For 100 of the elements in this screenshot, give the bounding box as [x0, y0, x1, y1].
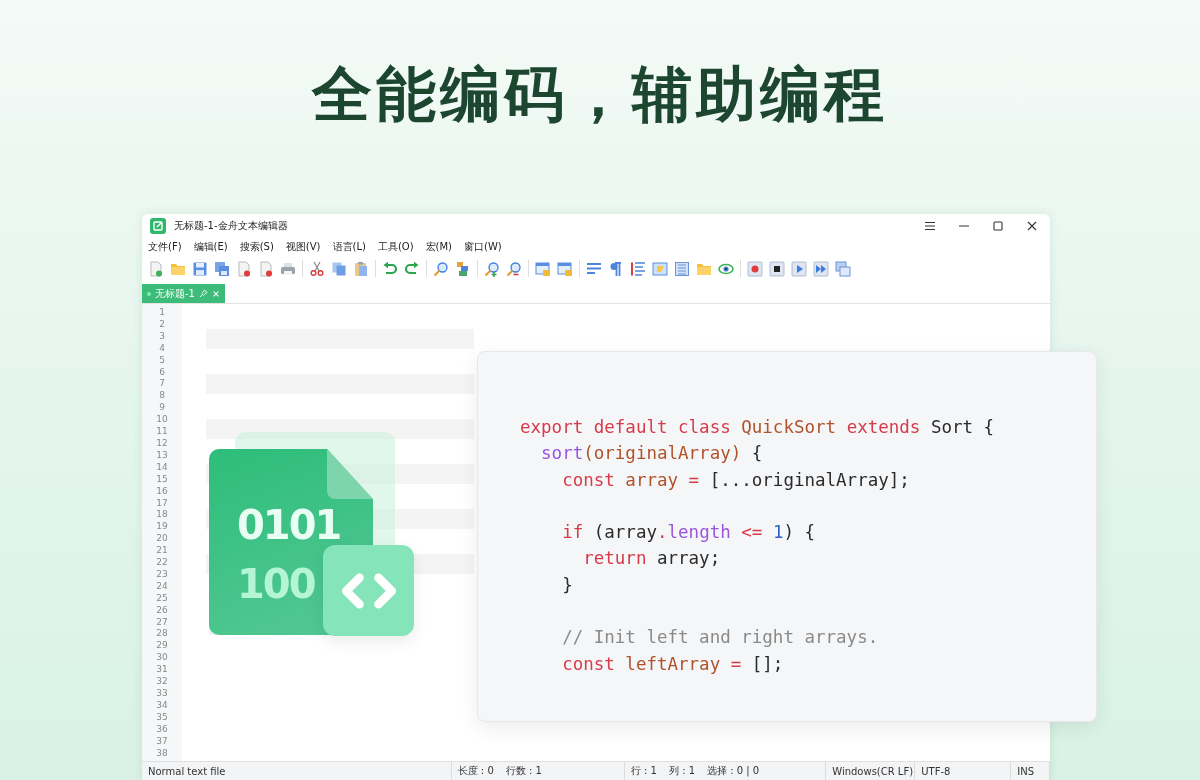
- line-number: 33: [156, 688, 168, 700]
- menu-item[interactable]: 宏(M): [425, 240, 452, 254]
- line-number: 19: [156, 521, 168, 534]
- menu-item[interactable]: 语言(L): [332, 240, 366, 254]
- line-number: 3: [159, 330, 165, 343]
- line-number: 24: [156, 580, 168, 593]
- line-number: 8: [159, 390, 165, 403]
- line-ending-status: Windows(CR LF): [831, 765, 915, 777]
- close-file-icon[interactable]: [236, 260, 252, 277]
- code-line: // Init left and right arrays.: [561, 626, 879, 650]
- save-icon[interactable]: [192, 260, 208, 277]
- new-file-icon[interactable]: [148, 260, 164, 277]
- zoom-out-icon[interactable]: [506, 260, 522, 277]
- line-number: 9: [159, 402, 165, 415]
- encoding-status: UTF-8: [920, 765, 952, 777]
- spellcheck-icon[interactable]: [455, 260, 471, 277]
- line-number: 26: [156, 604, 168, 617]
- window-title: 无标题-1-金舟文本编辑器: [174, 219, 288, 233]
- maximize-icon[interactable]: [992, 220, 1004, 232]
- code-line: }: [561, 573, 573, 597]
- cut-icon[interactable]: [309, 260, 325, 277]
- fast-forward-icon[interactable]: [813, 260, 829, 277]
- line-number: 5: [159, 354, 165, 367]
- line-number: 38: [156, 747, 168, 760]
- line-number: 21: [156, 545, 168, 558]
- menu-item[interactable]: 工具(O): [377, 240, 414, 254]
- line-number: 7: [159, 378, 165, 391]
- line-number: 13: [156, 449, 168, 462]
- menu-item[interactable]: 视图(V): [285, 240, 321, 254]
- locked-window-icon[interactable]: [557, 260, 573, 277]
- windows-icon[interactable]: [835, 260, 851, 277]
- note-icon[interactable]: [652, 260, 668, 277]
- pilcrow-icon[interactable]: [608, 260, 624, 277]
- app-logo-icon: [150, 218, 166, 234]
- undo-icon[interactable]: [382, 260, 398, 277]
- line-number: 27: [156, 616, 168, 629]
- line-number: 12: [156, 437, 168, 450]
- binary-digits: 100: [237, 564, 315, 604]
- line-number: 6: [159, 366, 165, 379]
- selection-status: 选择 : 0 | 0: [706, 764, 761, 778]
- line-count-status: 行数 : 1: [504, 764, 543, 778]
- length-status: 长度 : 0: [456, 764, 495, 778]
- line-number: 28: [156, 628, 168, 641]
- headline: 全能编码，辅助编程: [310, 58, 889, 131]
- line-number: 32: [156, 676, 168, 688]
- line-number: 23: [156, 568, 168, 581]
- redo-icon[interactable]: [404, 260, 420, 277]
- document-list-icon[interactable]: [674, 260, 690, 277]
- line-number: 37: [156, 735, 168, 748]
- line-number: 16: [156, 485, 168, 498]
- line-number: 17: [156, 497, 168, 510]
- line-number: 1: [159, 307, 165, 319]
- line-number: 34: [156, 699, 168, 712]
- line-number: 25: [156, 592, 168, 605]
- column-status: 列 : 1: [667, 764, 697, 778]
- play-icon[interactable]: [791, 260, 807, 277]
- menu-item[interactable]: 编辑(E): [193, 240, 228, 254]
- zoom-in-icon[interactable]: [484, 260, 500, 277]
- line-number: 35: [156, 711, 168, 724]
- line-number: 20: [156, 533, 168, 546]
- code-line: sort(originalArray) {: [540, 442, 763, 466]
- stop-icon[interactable]: [769, 260, 785, 277]
- line-number: 11: [156, 426, 168, 438]
- line-number: 18: [156, 509, 168, 522]
- row-status: 行 : 1: [629, 764, 658, 778]
- line-number: 15: [156, 473, 168, 486]
- line-number: 4: [159, 342, 165, 355]
- line-number: 31: [156, 664, 168, 677]
- line-number: 14: [156, 461, 168, 474]
- line-number: 29: [156, 640, 168, 653]
- line-number: 2: [159, 318, 165, 331]
- menu-item[interactable]: 窗口(W): [464, 240, 502, 254]
- search-icon[interactable]: [433, 260, 449, 277]
- line-number: 36: [156, 723, 168, 736]
- copy-icon[interactable]: [331, 260, 347, 277]
- menu-icon[interactable]: [924, 220, 936, 232]
- code-line: export default class QuickSort extends Sort {: [520, 416, 995, 439]
- code-line: if (array.length <= 1) {: [561, 521, 816, 545]
- code-line: const leftArray = [];: [561, 652, 784, 676]
- code-line: const array = [...originalArray];: [561, 468, 910, 492]
- line-number: 30: [156, 652, 168, 665]
- close-tab-icon[interactable]: [212, 289, 220, 298]
- line-number: 10: [156, 414, 168, 427]
- menu-item[interactable]: 搜索(S): [239, 240, 274, 254]
- paste-icon[interactable]: [353, 260, 369, 277]
- close-icon[interactable]: [1026, 220, 1038, 232]
- indent-guide-icon[interactable]: [630, 260, 646, 277]
- print-icon[interactable]: [280, 260, 296, 277]
- line-number: 22: [156, 557, 168, 569]
- locked-window-icon[interactable]: [535, 260, 551, 277]
- file-type: Normal text file: [147, 765, 227, 777]
- code-line: return array;: [582, 547, 721, 571]
- menu-item[interactable]: 文件(F): [148, 240, 182, 254]
- pin-icon[interactable]: [199, 289, 208, 298]
- save-all-icon[interactable]: [214, 260, 230, 277]
- binary-digits: 0101: [237, 505, 341, 545]
- word-wrap-icon[interactable]: [586, 260, 602, 277]
- record-icon[interactable]: [747, 260, 763, 277]
- insert-mode-status: INS: [1016, 765, 1036, 777]
- close-all-icon[interactable]: [258, 260, 274, 277]
